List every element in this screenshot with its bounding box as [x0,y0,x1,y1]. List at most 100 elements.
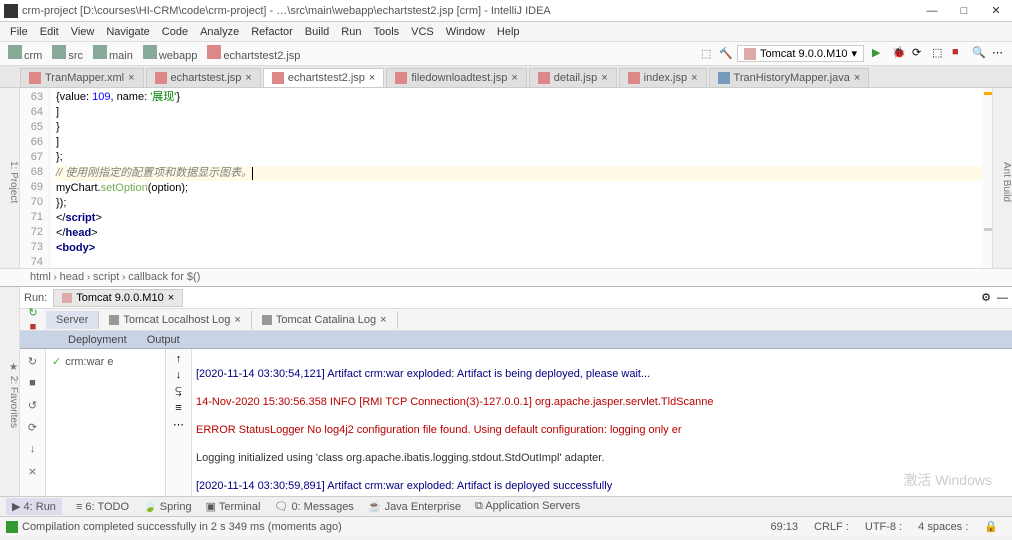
check-icon: ✓ [52,355,61,368]
gear-icon[interactable]: ⚙ [981,291,991,304]
rerun-icon[interactable]: ↻ [28,306,37,319]
hide-icon[interactable]: — [997,292,1008,304]
cursor-position[interactable]: 69:13 [763,521,807,533]
menu-analyze[interactable]: Analyze [194,26,245,38]
search-icon[interactable]: 🔍 [972,46,988,62]
tab-tranhistory[interactable]: TranHistoryMapper.java× [709,68,870,87]
menu-view[interactable]: View [65,26,101,38]
tab-filedownloadtest[interactable]: filedownloadtest.jsp× [386,68,526,87]
redeploy-icon[interactable]: ↺ [25,397,41,413]
right-tool-stripe[interactable]: Ant Build [992,88,1012,268]
menu-vcs[interactable]: VCS [405,26,440,38]
editor: 1: Project 636465666768697071727374 {val… [0,88,1012,268]
up-icon[interactable]: ↑ [176,353,182,365]
line-separator[interactable]: CRLF : [806,521,857,533]
bottom-tools: ▶ 4: Run ≡ 6: TODO 🍃 Spring ▣ Terminal 🗨… [0,496,1012,516]
run-subtabs: ↻ ■ Server Tomcat Localhost Log× Tomcat … [20,309,1012,331]
line-gutter[interactable]: 636465666768697071727374 [20,88,50,268]
crumb-src[interactable]: src [48,45,87,62]
console-output[interactable]: [2020-11-14 03:30:54,121] Artifact crm:w… [192,349,1012,496]
chevron-down-icon: ▾ [851,47,857,60]
menu-window[interactable]: Window [440,26,491,38]
tool-run[interactable]: ▶ 4: Run [6,498,62,515]
run-content: ↻ ■ ↺ ⟳ ↓ ⨯ ✓ crm:war e ↑ ↓ ⥹ ≡ ⋯ [2020- [20,349,1012,496]
run-tab[interactable]: Tomcat 9.0.0.M10 × [53,289,183,307]
breadcrumb: html › head › script › callback for $() [0,268,1012,286]
scroll-icon[interactable]: ≡ [175,402,181,414]
marker[interactable] [984,228,992,231]
menu-help[interactable]: Help [491,26,526,38]
close-icon[interactable]: × [168,292,174,304]
subtab-catalina-log[interactable]: Tomcat Catalina Log× [252,311,398,329]
minimize-button[interactable]: — [920,2,944,20]
left-tool-stripe[interactable]: 1: Project [0,88,20,268]
bc-callback[interactable]: callback for $() [128,271,200,283]
tool-spring[interactable]: 🍃 Spring [143,500,192,513]
crumb-file[interactable]: echartstest2.jsp [203,45,304,62]
build-icon[interactable]: 🔨 [717,45,735,63]
menu-build[interactable]: Build [299,26,335,38]
deploy-item[interactable]: ✓ crm:war e [50,353,161,370]
error-stripe[interactable] [982,88,992,268]
debug-icon[interactable]: 🐞 [892,46,908,62]
tab-index[interactable]: index.jsp× [619,68,707,87]
deployment-header[interactable]: Deployment [68,334,127,346]
menu-file[interactable]: File [4,26,34,38]
more-icon[interactable]: ⋯ [992,46,1008,62]
tool-terminal[interactable]: ▣ Terminal [206,500,261,513]
profile-icon[interactable]: ⬚ [932,46,948,62]
bc-script[interactable]: script [93,271,119,283]
menu-navigate[interactable]: Navigate [100,26,155,38]
maximize-button[interactable]: □ [952,2,976,20]
folder-icon [8,45,22,59]
menu-refactor[interactable]: Refactor [245,26,299,38]
log-line: Logging initialized using 'class org.apa… [196,451,1008,465]
file-encoding[interactable]: UTF-8 : [857,521,910,533]
log-line: [2020-11-14 03:30:54,121] Artifact crm:w… [196,367,1008,381]
bc-head[interactable]: head [60,271,84,283]
log-icon [262,315,272,325]
run-icon[interactable]: ▶ [872,46,888,62]
update-icon[interactable]: ↻ [25,353,41,369]
tool-app-servers[interactable]: ⧉ Application Servers [475,500,580,513]
nav-back-icon[interactable]: ⬚ [697,45,715,63]
indent-setting[interactable]: 4 spaces : [910,521,976,533]
restart-icon[interactable]: ⟳ [25,419,41,435]
tab-echartstest2[interactable]: echartstest2.jsp× [263,68,384,87]
crumb-main[interactable]: main [89,45,137,62]
left-tool-stripe-2[interactable]: ★ 2: Favorites [0,287,20,496]
output-header[interactable]: Output [147,334,180,346]
clear-icon[interactable]: ⨯ [25,463,41,479]
titlebar: crm-project [D:\courses\HI-CRM\code\crm-… [0,0,1012,22]
subtab-server[interactable]: Server [46,311,99,329]
down2-icon[interactable]: ↓ [176,369,182,381]
menu-edit[interactable]: Edit [34,26,65,38]
tab-echartstest[interactable]: echartstest.jsp× [146,68,261,87]
tool-todo[interactable]: ≡ 6: TODO [76,501,129,513]
menu-tools[interactable]: Tools [367,26,405,38]
menu-code[interactable]: Code [156,26,194,38]
code-area[interactable]: {value: 109, name: '展现'} ] } ] }; // 使用刚… [50,88,982,268]
more2-icon[interactable]: ⋯ [173,418,184,431]
status-ok-icon [6,521,18,533]
crumb-project[interactable]: crm [4,45,46,62]
subtab-localhost-log[interactable]: Tomcat Localhost Log× [99,311,251,329]
status-message: Compilation completed successfully in 2 … [22,521,342,533]
warning-marker[interactable] [984,92,992,95]
crumb-webapp[interactable]: webapp [139,45,202,62]
stop-icon[interactable]: ■ [952,46,968,62]
tool-java-enterprise[interactable]: ☕ Java Enterprise [368,500,461,513]
down-icon[interactable]: ↓ [25,441,41,457]
tab-detail[interactable]: detail.jsp× [529,68,617,87]
bc-html[interactable]: html [30,271,51,283]
run-config-select[interactable]: Tomcat 9.0.0.M10 ▾ [737,45,864,62]
deployment-list[interactable]: ✓ crm:war e [46,349,166,496]
tab-tranmapper[interactable]: TranMapper.xml× [20,68,144,87]
tool-messages[interactable]: 🗨 0: Messages [274,500,353,513]
menu-run[interactable]: Run [335,26,367,38]
wrap-icon[interactable]: ⥹ [175,385,181,398]
lock-icon[interactable]: 🔒 [976,520,1006,533]
coverage-icon[interactable]: ⟳ [912,46,928,62]
stop2-icon[interactable]: ■ [25,375,41,391]
close-button[interactable]: ✕ [984,2,1008,20]
